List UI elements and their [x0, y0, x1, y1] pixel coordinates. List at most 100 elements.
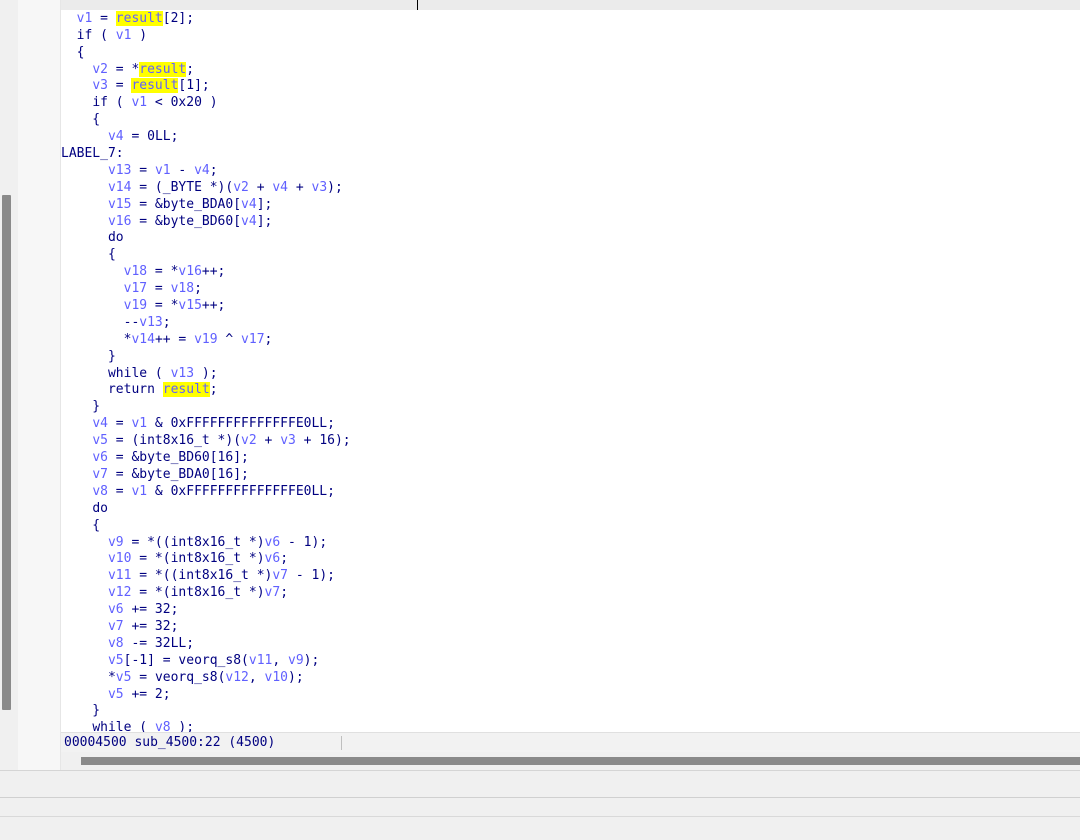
code-text: {	[61, 247, 116, 263]
variable-token[interactable]: v7	[265, 585, 281, 600]
variable-token[interactable]: v11	[249, 653, 272, 668]
variable-token[interactable]: v12	[225, 670, 248, 685]
horizontal-scrollbar[interactable]	[61, 752, 1080, 770]
horizontal-scrollbar-thumb[interactable]	[81, 757, 1080, 765]
code-text: v16 = &byte_BD60[v4];	[107, 213, 273, 229]
vertical-scrollbar-thumb[interactable]	[2, 195, 11, 710]
variable-token[interactable]: v12	[108, 585, 131, 600]
variable-token[interactable]: v1	[116, 28, 132, 43]
code-text: v11 = *((int8x16_t *)v7 - 1);	[107, 568, 335, 584]
variable-token[interactable]: v5	[116, 670, 132, 685]
code-text: v8 = v1 & 0xFFFFFFFFFFFFFFE0LL;	[92, 483, 335, 499]
variable-token[interactable]: v1	[131, 95, 147, 110]
code-text: v15 = &byte_BDA0[v4];	[107, 196, 273, 212]
variable-token[interactable]: v7	[272, 568, 288, 583]
code-text: if ( v1 < 0x20 )	[92, 95, 218, 111]
code-text: *v5 = veorq_s8(v12, v10);	[61, 669, 304, 685]
code-text: v5 = (int8x16_t *)(v2 + v3 + 16);	[92, 433, 351, 449]
code-text: v19 = *v15++;	[123, 298, 226, 314]
code-text: --v13;	[61, 314, 171, 330]
code-text: {	[61, 112, 101, 128]
variable-token[interactable]: v13	[139, 315, 162, 330]
variable-token[interactable]: v16	[178, 264, 201, 279]
variable-token[interactable]: v10	[265, 670, 288, 685]
code-text: v12 = *(int8x16_t *)v7;	[107, 585, 289, 601]
code-text: v18 = *v16++;	[123, 264, 226, 280]
variable-token[interactable]: v13	[171, 366, 194, 381]
status-separator	[341, 736, 342, 750]
variable-token[interactable]: v4	[108, 129, 124, 144]
variable-token[interactable]: v15	[178, 298, 201, 313]
variable-token[interactable]: v4	[241, 214, 257, 229]
code-text: v7 += 32;	[107, 618, 179, 634]
code-text: v1 = result[2];	[76, 10, 195, 26]
highlighted-token[interactable]: result	[139, 61, 187, 77]
panel-divider	[0, 816, 1080, 817]
highlighted-token[interactable]: result	[115, 10, 163, 26]
code-text: *v14++ = v19 ^ v17;	[61, 331, 273, 347]
variable-token[interactable]: v18	[171, 281, 194, 296]
variable-token[interactable]: v6	[265, 535, 281, 550]
pseudocode-editor[interactable]: 2223 v1 = result[2];24 if ( v1 )25 {26 v…	[61, 0, 1080, 732]
variable-token[interactable]: v1	[131, 416, 147, 431]
variable-token[interactable]: v17	[124, 281, 147, 296]
variable-token[interactable]: v8	[155, 720, 171, 732]
code-text: }	[61, 399, 101, 415]
variable-token[interactable]: v5	[108, 653, 124, 668]
code-text: while ( v13 );	[107, 365, 218, 381]
variable-token[interactable]: v5	[92, 433, 108, 448]
line-number-gutter[interactable]	[18, 0, 61, 770]
variable-token[interactable]: v17	[241, 332, 264, 347]
variable-token[interactable]: v8	[92, 484, 108, 499]
variable-token[interactable]: v8	[108, 636, 124, 651]
variable-token[interactable]: v4	[241, 197, 257, 212]
variable-token[interactable]: v7	[108, 619, 124, 634]
highlighted-token[interactable]: result	[131, 78, 179, 94]
code-text: if ( v1 )	[76, 27, 148, 43]
variable-token[interactable]: v3	[280, 433, 296, 448]
variable-token[interactable]: v6	[108, 602, 124, 617]
variable-token[interactable]: v18	[124, 264, 147, 279]
variable-token[interactable]: v14	[108, 180, 131, 195]
variable-token[interactable]: v9	[288, 653, 304, 668]
code-text: v10 = *(int8x16_t *)v6;	[107, 551, 289, 567]
variable-token[interactable]: v15	[108, 197, 131, 212]
variable-token[interactable]: v3	[92, 78, 108, 93]
address-location: 00004500 sub_4500:22 (4500)	[64, 735, 276, 750]
variable-token[interactable]: v19	[194, 332, 217, 347]
variable-token[interactable]: v6	[265, 551, 281, 566]
code-text: v2 = *result;	[92, 61, 195, 77]
code-text: v17 = v18;	[123, 281, 202, 297]
highlighted-token[interactable]: result	[162, 382, 210, 398]
variable-token[interactable]: v6	[92, 450, 108, 465]
variable-token[interactable]: v11	[108, 568, 131, 583]
variable-token[interactable]: v9	[108, 535, 124, 550]
code-text: {	[61, 44, 85, 60]
variable-token[interactable]: v4	[194, 163, 210, 178]
panel-divider	[0, 797, 1080, 798]
variable-token[interactable]: v5	[108, 687, 124, 702]
variable-token[interactable]: v13	[108, 163, 131, 178]
variable-token[interactable]: v16	[108, 214, 131, 229]
variable-token[interactable]: v4	[272, 180, 288, 195]
variable-token[interactable]: v19	[124, 298, 147, 313]
code-text: v14 = (_BYTE *)(v2 + v4 + v3);	[107, 179, 343, 195]
code-text: v6 += 32;	[107, 602, 179, 618]
variable-token[interactable]: v10	[108, 551, 131, 566]
variable-token[interactable]: v14	[131, 332, 154, 347]
variable-token[interactable]: v1	[155, 163, 171, 178]
variable-token[interactable]: v7	[92, 467, 108, 482]
code-text: v6 = &byte_BD60[16];	[92, 450, 249, 466]
variable-token[interactable]: v2	[233, 180, 249, 195]
text-cursor	[417, 0, 418, 10]
variable-token[interactable]: v1	[131, 484, 147, 499]
code-text: v5 += 2;	[107, 686, 171, 702]
code-text: v4 = 0LL;	[107, 129, 179, 145]
code-text: LABEL_7:	[61, 146, 124, 162]
variable-token[interactable]: v3	[312, 180, 328, 195]
variable-token[interactable]: v2	[92, 62, 108, 77]
variable-token[interactable]: v1	[77, 11, 93, 26]
variable-token[interactable]: v4	[92, 416, 108, 431]
code-text: v8 -= 32LL;	[107, 635, 195, 651]
variable-token[interactable]: v2	[241, 433, 257, 448]
